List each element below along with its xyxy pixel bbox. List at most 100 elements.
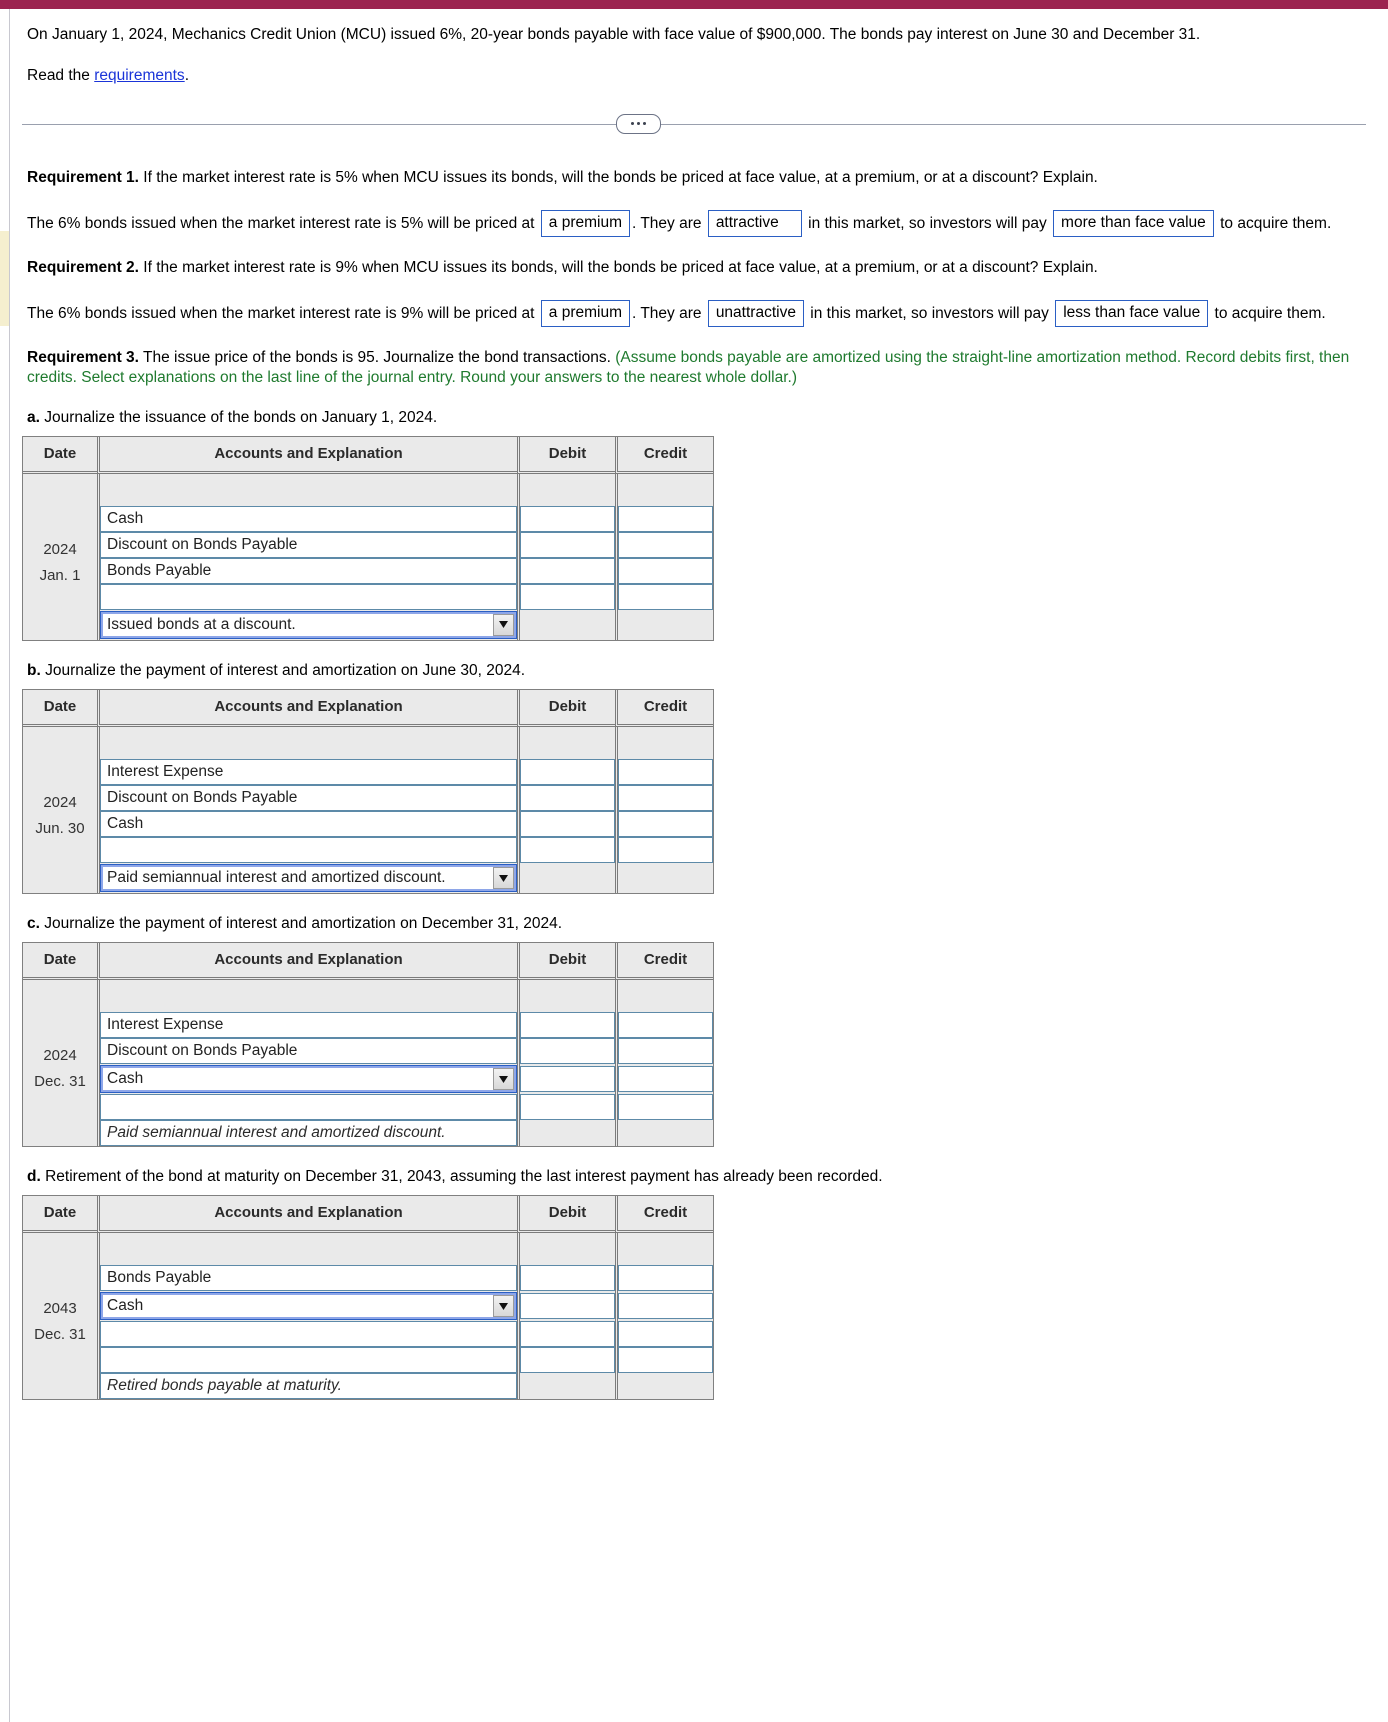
table-row: Paid semiannual interest and amortized d…: [23, 863, 713, 894]
r1-payment-field[interactable]: more than face value: [1053, 210, 1214, 238]
debit-input[interactable]: [520, 811, 615, 838]
requirements-block: Requirement 1. If the market interest ra…: [0, 168, 1388, 428]
debit-input[interactable]: [520, 1066, 615, 1093]
r2-part1: The 6% bonds issued when the market inte…: [27, 304, 535, 322]
requirement-1-label: Requirement 1.: [27, 168, 139, 186]
header-date: Date: [23, 690, 97, 728]
r2-payment-field[interactable]: less than face value: [1055, 300, 1209, 328]
account-input[interactable]: Cash: [100, 811, 517, 838]
account-input[interactable]: [100, 1347, 517, 1374]
table-row: [23, 1347, 713, 1374]
explanation-select[interactable]: Issued bonds at a discount.: [100, 610, 517, 639]
debit-input[interactable]: [520, 557, 615, 584]
credit-input[interactable]: [618, 1321, 713, 1348]
credit-input[interactable]: [618, 759, 713, 786]
explanation-select[interactable]: Paid semiannual interest and amortized d…: [100, 864, 517, 893]
explanation-debit-empty: [517, 1373, 615, 1400]
header-debit: Debit: [517, 1196, 615, 1234]
header-accounts: Accounts and Explanation: [97, 436, 517, 474]
credit-input[interactable]: [618, 837, 713, 864]
credit-input[interactable]: [618, 531, 713, 558]
account-input[interactable]: Cash: [100, 505, 517, 532]
chevron-down-icon[interactable]: [493, 867, 514, 890]
explanation-input[interactable]: Paid semiannual interest and amortized d…: [100, 1120, 517, 1147]
credit-input[interactable]: [618, 557, 713, 584]
header-debit: Debit: [517, 436, 615, 474]
spacer-account: [97, 473, 517, 506]
account-input[interactable]: [100, 1094, 517, 1121]
account-select[interactable]: Cash: [100, 1065, 517, 1094]
chevron-down-icon[interactable]: [493, 613, 514, 636]
part-b-letter: b.: [27, 661, 41, 679]
r2-part3: in this market, so investors will pay: [810, 304, 1049, 322]
r2-price-field[interactable]: a premium: [540, 300, 630, 328]
account-input[interactable]: Interest Expense: [100, 759, 517, 786]
table-header-row: Date Accounts and Explanation Debit Cred…: [23, 943, 713, 981]
header-accounts: Accounts and Explanation: [97, 690, 517, 728]
r1-price-field[interactable]: a premium: [540, 210, 630, 238]
debit-input[interactable]: [520, 1094, 615, 1121]
table-row: Bonds Payable: [23, 1265, 713, 1292]
explanation-debit-empty: [517, 863, 615, 894]
account-input[interactable]: [100, 1321, 517, 1348]
account-input[interactable]: Discount on Bonds Payable: [100, 1038, 517, 1065]
header-credit: Credit: [615, 436, 713, 474]
part-a-letter: a.: [27, 408, 40, 426]
debit-input[interactable]: [520, 583, 615, 610]
account-input[interactable]: Bonds Payable: [100, 1265, 517, 1292]
credit-input[interactable]: [618, 1066, 713, 1093]
journal-table-c: Date Accounts and Explanation Debit Cred…: [22, 942, 714, 1148]
date-day: Dec. 31: [34, 1326, 86, 1344]
expand-ellipsis-button[interactable]: [616, 113, 661, 134]
debit-input[interactable]: [520, 505, 615, 532]
account-input[interactable]: Interest Expense: [100, 1012, 517, 1039]
account-input[interactable]: [100, 837, 517, 864]
table-row: Interest Expense: [23, 759, 713, 786]
explanation-debit-empty: [517, 1120, 615, 1147]
requirements-link[interactable]: requirements: [94, 67, 184, 84]
part-b-text: Journalize the payment of interest and a…: [40, 661, 526, 679]
credit-input[interactable]: [618, 1265, 713, 1292]
account-input[interactable]: Discount on Bonds Payable: [100, 531, 517, 558]
explanation-credit-empty: [615, 1120, 713, 1147]
account-input[interactable]: Discount on Bonds Payable: [100, 785, 517, 812]
header-debit: Debit: [517, 943, 615, 981]
read-prefix: Read the: [27, 67, 95, 85]
debit-input[interactable]: [520, 759, 615, 786]
debit-input[interactable]: [520, 531, 615, 558]
r1-attractiveness-field[interactable]: attractive: [707, 210, 802, 238]
credit-input[interactable]: [618, 1347, 713, 1374]
table-row: 2024 Jan. 1: [23, 473, 713, 640]
spacer-debit: [517, 1233, 615, 1266]
debit-input[interactable]: [520, 785, 615, 812]
credit-input[interactable]: [618, 1012, 713, 1039]
header-debit: Debit: [517, 690, 615, 728]
credit-input[interactable]: [618, 1094, 713, 1121]
date-cell: 2043 Dec. 31: [23, 1233, 97, 1400]
problem-statement: On January 1, 2024, Mechanics Credit Uni…: [27, 26, 1201, 43]
account-select[interactable]: Cash: [100, 1292, 517, 1321]
credit-input[interactable]: [618, 811, 713, 838]
debit-input[interactable]: [520, 1012, 615, 1039]
spacer-debit: [517, 980, 615, 1013]
account-input[interactable]: Bonds Payable: [100, 557, 517, 584]
credit-input[interactable]: [618, 1038, 713, 1065]
spacer-debit: [517, 727, 615, 760]
debit-input[interactable]: [520, 1321, 615, 1348]
credit-input[interactable]: [618, 505, 713, 532]
account-input[interactable]: [100, 583, 517, 610]
r2-attractiveness-field[interactable]: unattractive: [707, 300, 804, 328]
debit-input[interactable]: [520, 837, 615, 864]
debit-input[interactable]: [520, 1038, 615, 1065]
credit-input[interactable]: [618, 1293, 713, 1320]
explanation-input[interactable]: Retired bonds payable at maturity.: [100, 1373, 517, 1400]
credit-input[interactable]: [618, 583, 713, 610]
debit-input[interactable]: [520, 1347, 615, 1374]
debit-input[interactable]: [520, 1265, 615, 1292]
debit-input[interactable]: [520, 1293, 615, 1320]
chevron-down-icon[interactable]: [493, 1295, 514, 1318]
chevron-down-icon[interactable]: [493, 1068, 514, 1091]
header-credit: Credit: [615, 943, 713, 981]
credit-input[interactable]: [618, 785, 713, 812]
table-row: [23, 583, 713, 610]
